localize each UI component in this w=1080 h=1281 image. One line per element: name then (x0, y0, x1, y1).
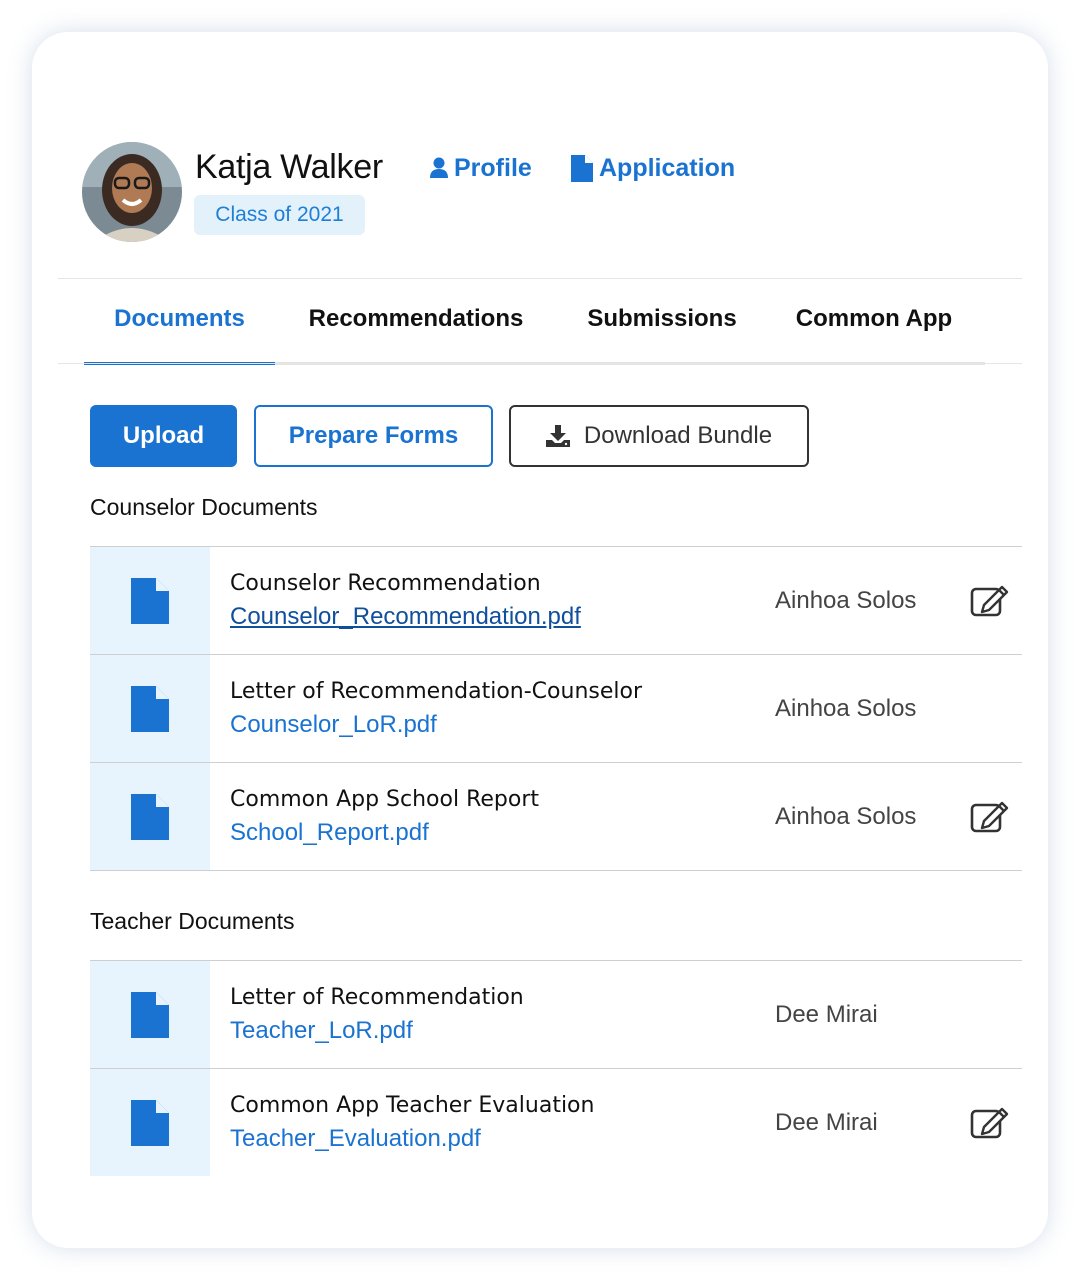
file-icon (131, 1099, 169, 1146)
user-icon (430, 157, 448, 178)
teacher-section-title: Teacher Documents (90, 908, 295, 934)
tab-common-app[interactable]: Common App (786, 294, 962, 362)
document-owner: Ainhoa Solos (775, 587, 917, 614)
file-cell (90, 961, 210, 1068)
class-badge: Class of 2021 (194, 195, 365, 235)
document-owner: Ainhoa Solos (775, 695, 917, 722)
document-owner: Dee Mirai (775, 1109, 878, 1136)
counselor-section-title: Counselor Documents (90, 494, 318, 520)
document-title: Common App Teacher Evaluation (230, 1093, 595, 1118)
file-cell (90, 763, 210, 870)
document-owner: Ainhoa Solos (775, 803, 917, 830)
document-title: Letter of Recommendation-Counselor (230, 679, 643, 704)
application-link-label: Application (599, 153, 736, 182)
document-owner: Dee Mirai (775, 1001, 878, 1028)
document-row: Counselor Recommendation Counselor_Recom… (90, 547, 1022, 655)
download-bundle-button[interactable]: Download Bundle (509, 405, 809, 467)
file-icon (131, 577, 169, 624)
document-row: Common App Teacher Evaluation Teacher_Ev… (90, 1069, 1022, 1176)
download-icon (545, 425, 570, 447)
document-row: Common App School Report School_Report.p… (90, 763, 1022, 871)
student-name: Katja Walker (195, 148, 383, 186)
application-link[interactable]: Application (571, 153, 735, 183)
document-file-link[interactable]: Counselor_Recommendation.pdf (230, 603, 581, 631)
document-title: Letter of Recommendation (230, 985, 524, 1010)
avatar (82, 142, 182, 242)
tabs-divider (58, 363, 1022, 364)
tab-recommendations[interactable]: Recommendations (296, 294, 536, 362)
tab-submissions[interactable]: Submissions (576, 294, 748, 362)
document-title: Counselor Recommendation (230, 571, 541, 596)
download-bundle-label: Download Bundle (583, 422, 773, 449)
file-cell (90, 1069, 210, 1176)
upload-button[interactable]: Upload (90, 405, 237, 467)
file-cell (90, 547, 210, 654)
document-file-link[interactable]: Teacher_LoR.pdf (230, 1017, 413, 1045)
edit-icon[interactable] (970, 583, 1010, 617)
file-icon (131, 991, 169, 1038)
teacher-document-list: Letter of Recommendation Teacher_LoR.pdf… (90, 960, 1022, 1176)
header-divider (58, 278, 1022, 279)
tab-bar: Documents Recommendations Submissions Co… (84, 294, 985, 365)
document-row: Letter of Recommendation Teacher_LoR.pdf… (90, 961, 1022, 1069)
document-file-link[interactable]: School_Report.pdf (230, 819, 429, 847)
edit-icon[interactable] (970, 799, 1010, 833)
profile-link-label: Profile (454, 153, 532, 182)
counselor-document-list: Counselor Recommendation Counselor_Recom… (90, 546, 1022, 871)
file-icon (131, 685, 169, 732)
document-file-link[interactable]: Counselor_LoR.pdf (230, 711, 437, 739)
profile-link[interactable]: Profile (430, 153, 532, 183)
edit-icon[interactable] (970, 1105, 1010, 1139)
document-title: Common App School Report (230, 787, 540, 812)
file-cell (90, 655, 210, 762)
document-file-link[interactable]: Teacher_Evaluation.pdf (230, 1125, 481, 1153)
prepare-forms-button[interactable]: Prepare Forms (254, 405, 493, 467)
tab-documents[interactable]: Documents (84, 294, 275, 365)
student-card: Katja Walker Class of 2021 Profile Appli… (32, 32, 1048, 1248)
file-icon (131, 793, 169, 840)
document-row: Letter of Recommendation-Counselor Couns… (90, 655, 1022, 763)
document-icon (571, 154, 593, 182)
